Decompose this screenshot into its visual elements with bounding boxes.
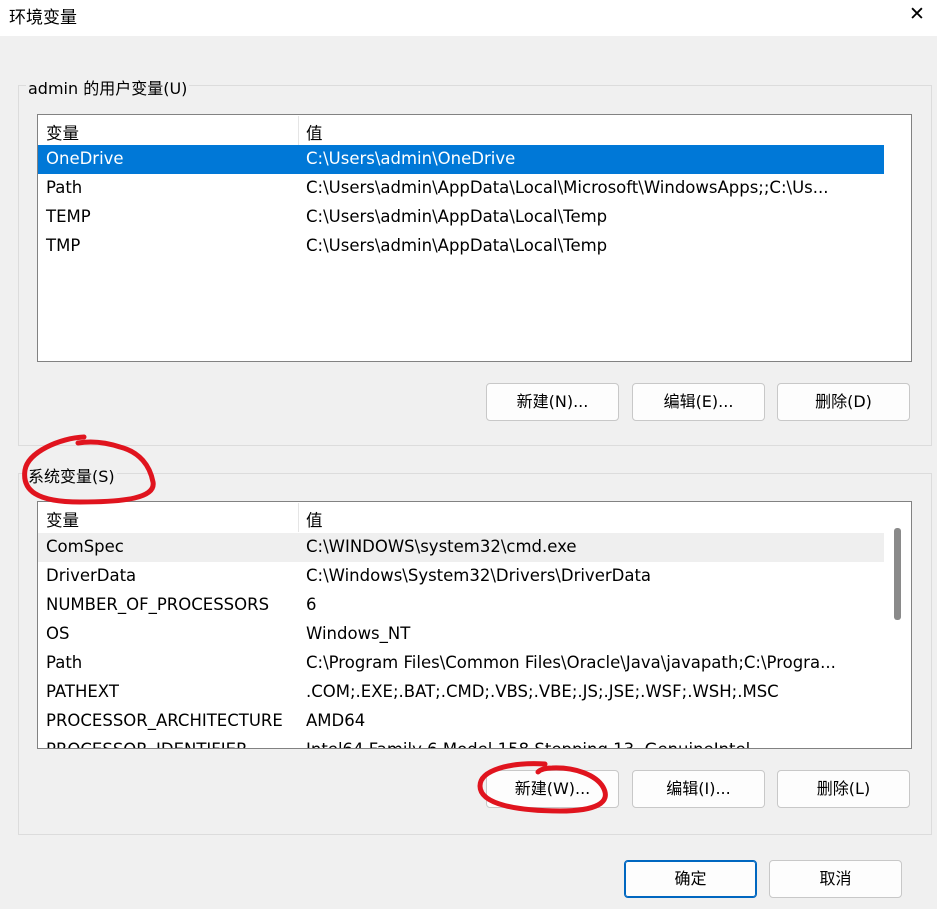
- variable-name: TMP: [46, 236, 81, 255]
- variable-name: TEMP: [46, 207, 91, 226]
- variable-name: NUMBER_OF_PROCESSORS: [46, 595, 270, 614]
- user-variables-label: admin 的用户变量(U): [26, 75, 190, 99]
- variable-value: C:\Program Files\Common Files\Oracle\Jav…: [306, 653, 836, 672]
- system-new-button[interactable]: 新建(W)...: [486, 770, 619, 808]
- table-row[interactable]: TMP C:\Users\admin\AppData\Local\Temp: [38, 232, 884, 261]
- variable-value: C:\WINDOWS\system32\cmd.exe: [306, 537, 577, 556]
- variable-value: AMD64: [306, 711, 366, 730]
- column-header-variable[interactable]: 变量: [46, 120, 79, 144]
- table-row[interactable]: OS Windows_NT: [38, 620, 884, 649]
- user-variables-list[interactable]: 变量 值 OneDrive C:\Users\admin\OneDrive Pa…: [37, 114, 912, 362]
- column-header-value[interactable]: 值: [306, 120, 323, 144]
- variable-name: PROCESSOR_IDENTIFIER: [46, 740, 248, 748]
- user-delete-button[interactable]: 删除(D): [777, 383, 910, 421]
- close-icon: ✕: [909, 3, 925, 25]
- variable-name: OneDrive: [46, 149, 124, 168]
- table-row[interactable]: OneDrive C:\Users\admin\OneDrive: [38, 145, 884, 174]
- table-row[interactable]: ComSpec C:\WINDOWS\system32\cmd.exe: [38, 533, 884, 562]
- title-bar: 环境变量 ✕: [0, 0, 937, 36]
- cancel-button[interactable]: 取消: [769, 860, 902, 898]
- variable-name: Path: [46, 178, 83, 197]
- table-row[interactable]: Path C:\Program Files\Common Files\Oracl…: [38, 649, 884, 678]
- variable-value: Intel64 Family 6 Model 158 Stepping 13, …: [306, 740, 750, 748]
- system-variables-list[interactable]: 变量 值 ComSpec C:\WINDOWS\system32\cmd.exe…: [37, 501, 912, 749]
- table-row[interactable]: TEMP C:\Users\admin\AppData\Local\Temp: [38, 203, 884, 232]
- table-row[interactable]: PROCESSOR_ARCHITECTURE AMD64: [38, 707, 884, 736]
- variable-value: C:\Users\admin\OneDrive: [306, 149, 516, 168]
- variable-value: C:\Windows\System32\Drivers\DriverData: [306, 566, 652, 585]
- variable-value: .COM;.EXE;.BAT;.CMD;.VBS;.VBE;.JS;.JSE;.…: [306, 682, 779, 701]
- table-row[interactable]: Path C:\Users\admin\AppData\Local\Micros…: [38, 174, 884, 203]
- variable-value: C:\Users\admin\AppData\Local\Temp: [306, 207, 608, 226]
- system-delete-button[interactable]: 删除(L): [777, 770, 910, 808]
- variable-value: 6: [306, 595, 317, 614]
- variable-value: C:\Users\admin\AppData\Local\Temp: [306, 236, 608, 255]
- close-button[interactable]: ✕: [897, 0, 937, 30]
- variable-name: DriverData: [46, 566, 137, 585]
- scrollbar-thumb[interactable]: [894, 528, 901, 620]
- user-new-button[interactable]: 新建(N)...: [486, 383, 619, 421]
- variable-value: C:\Users\admin\AppData\Local\Microsoft\W…: [306, 178, 829, 197]
- column-separator: [298, 503, 299, 532]
- variable-name: Path: [46, 653, 83, 672]
- user-edit-button[interactable]: 编辑(E)...: [632, 383, 765, 421]
- variable-name: PROCESSOR_ARCHITECTURE: [46, 711, 283, 730]
- system-edit-button[interactable]: 编辑(I)...: [632, 770, 765, 808]
- column-header-value[interactable]: 值: [306, 507, 323, 531]
- window-title: 环境变量: [9, 8, 77, 28]
- variable-name: PATHEXT: [46, 682, 119, 701]
- system-list-header: 变量 值: [38, 503, 884, 532]
- table-row[interactable]: PATHEXT .COM;.EXE;.BAT;.CMD;.VBS;.VBE;.J…: [38, 678, 884, 707]
- table-row[interactable]: PROCESSOR_IDENTIFIER Intel64 Family 6 Mo…: [38, 736, 884, 748]
- user-list-header: 变量 值: [38, 116, 911, 145]
- variable-name: OS: [46, 624, 70, 643]
- vertical-scrollbar[interactable]: [885, 502, 911, 748]
- table-row[interactable]: DriverData C:\Windows\System32\Drivers\D…: [38, 562, 884, 591]
- variable-name: ComSpec: [46, 537, 124, 556]
- column-header-variable[interactable]: 变量: [46, 507, 79, 531]
- variable-value: Windows_NT: [306, 624, 411, 643]
- table-row[interactable]: NUMBER_OF_PROCESSORS 6: [38, 591, 884, 620]
- ok-button[interactable]: 确定: [624, 860, 757, 898]
- column-separator: [298, 116, 299, 145]
- system-variables-label: 系统变量(S): [26, 463, 117, 487]
